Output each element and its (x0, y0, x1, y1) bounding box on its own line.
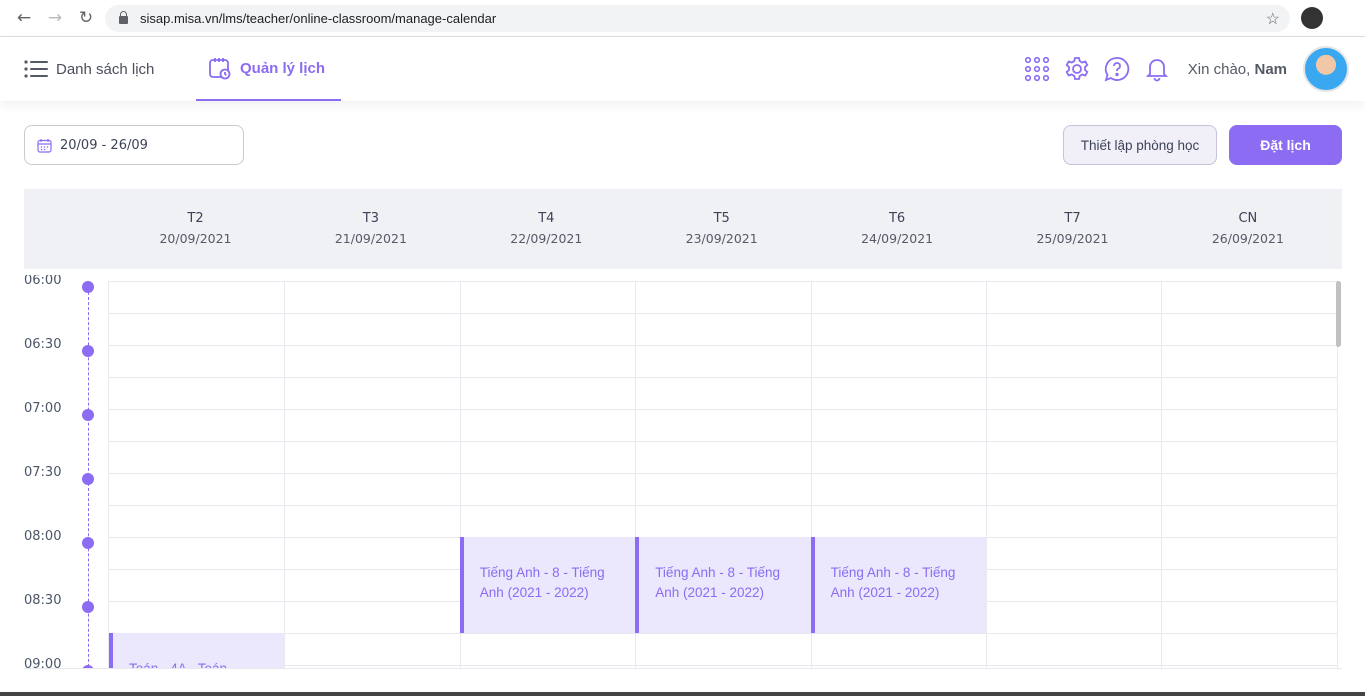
date-range-picker[interactable]: 20/09 - 26/09 (24, 125, 244, 165)
tab-schedule-list[interactable]: Danh sách lịch (24, 37, 154, 101)
time-dot-icon (82, 345, 94, 357)
avatar[interactable] (1303, 46, 1349, 92)
time-label: 07:00 (24, 401, 62, 416)
grid-row-line (109, 281, 1337, 282)
time-label: 07:30 (24, 465, 62, 480)
calendar-event[interactable]: Tiếng Anh - 8 - Tiếng Anh (2021 - 2022) (635, 537, 811, 633)
calendar-event[interactable]: Toán - 4A - Toán (109, 633, 285, 669)
grid-row-line (109, 473, 1337, 474)
day-label: T6 (888, 211, 906, 226)
day-header-t5: T5 23/09/2021 (634, 209, 809, 249)
time-label: 06:30 (24, 337, 62, 352)
day-header-cn: CN 26/09/2021 (1160, 209, 1335, 249)
time-dot-icon (82, 409, 94, 421)
bookmark-star-icon[interactable]: ☆ (1266, 9, 1280, 29)
schedule-button[interactable]: Đặt lịch (1229, 125, 1342, 165)
day-label: T2 (187, 211, 204, 226)
bell-icon[interactable] (1144, 56, 1170, 82)
gear-icon[interactable] (1064, 56, 1090, 82)
day-header-t2: T2 20/09/2021 (108, 209, 283, 249)
grid-col-line (1161, 281, 1163, 669)
date-range-value: 20/09 - 26/09 (60, 137, 148, 153)
day-label: T3 (362, 211, 379, 226)
tab-label: Danh sách lịch (56, 60, 155, 78)
day-label: T7 (1064, 211, 1081, 226)
back-icon[interactable]: ← (12, 6, 36, 30)
help-icon[interactable] (1104, 56, 1130, 82)
time-label: 06:00 (24, 275, 62, 288)
time-label: 08:30 (24, 593, 62, 608)
forward-icon[interactable]: → (43, 6, 67, 30)
taskbar (0, 692, 1365, 696)
day-date: 24/09/2021 (861, 231, 934, 246)
greeting: Xin chào, Nam (1188, 61, 1287, 78)
tab-label: Quản lý lịch (240, 59, 326, 77)
url-text: sisap.misa.vn/lms/teacher/online-classro… (140, 11, 497, 26)
day-date: 20/09/2021 (159, 231, 232, 246)
grid-row-line (109, 345, 1337, 346)
list-icon (24, 60, 48, 78)
grid-col-line (986, 281, 987, 669)
time-dot-icon (82, 601, 94, 613)
time-label: 08:00 (24, 529, 62, 544)
address-bar[interactable]: sisap.misa.vn/lms/teacher/online-classro… (105, 5, 1290, 32)
calendar-icon (37, 138, 52, 153)
tab-manage-schedule[interactable]: Quản lý lịch (196, 37, 341, 101)
time-dot-icon (82, 473, 94, 485)
grid-row-line (109, 409, 1337, 410)
day-header-t4: T4 22/09/2021 (459, 209, 634, 249)
grid-cells: Tiếng Anh - 8 - Tiếng Anh (2021 - 2022) T… (108, 281, 1338, 669)
day-date: 23/09/2021 (685, 231, 758, 246)
day-date: 21/09/2021 (334, 231, 407, 246)
scrollbar[interactable] (1336, 281, 1341, 347)
day-label: T4 (538, 211, 555, 226)
calendar-grid[interactable]: Tiếng Anh - 8 - Tiếng Anh (2021 - 2022) T… (0, 275, 1345, 669)
grid-row-line (109, 633, 1337, 634)
day-header-t6: T6 24/09/2021 (810, 209, 985, 249)
day-date: 25/09/2021 (1036, 231, 1109, 246)
grid-col-line (284, 281, 286, 669)
user-name: Nam (1254, 60, 1287, 78)
day-header-row: T2 20/09/2021 T3 21/09/2021 T4 22/09/2021 T5 23… (24, 189, 1342, 269)
grid-row-line (109, 505, 1337, 506)
grid-row-line (109, 377, 1337, 378)
time-dot-icon (82, 281, 94, 293)
grid-row-line (109, 313, 1337, 314)
greeting-text: Xin chào, (1187, 60, 1251, 78)
grid-row-line (109, 665, 1337, 666)
calendar-event[interactable]: Tiếng Anh - 8 - Tiếng Anh (2021 - 2022) (810, 537, 986, 633)
browser-profile-avatar[interactable] (1301, 7, 1323, 29)
day-date: 22/09/2021 (510, 231, 583, 246)
day-header-t7: T7 25/09/2021 (985, 209, 1160, 249)
day-label: CN (1238, 211, 1258, 226)
app-header: Danh sách lịch Quản lý lịch Xin chào, Na… (0, 37, 1365, 101)
day-header-t3: T3 21/09/2021 (283, 209, 458, 249)
day-date: 26/09/2021 (1211, 231, 1284, 246)
time-dot-icon (82, 537, 94, 549)
grid-row-line (109, 441, 1337, 442)
divider (24, 668, 1342, 669)
day-label: T5 (713, 211, 730, 226)
calendar-clock-icon (209, 58, 231, 80)
lock-icon (119, 10, 128, 24)
calendar-event[interactable]: Tiếng Anh - 8 - Tiếng Anh (2021 - 2022) (459, 537, 636, 633)
apps-grid-icon[interactable] (1024, 56, 1050, 82)
room-setup-button[interactable]: Thiết lập phòng học (1063, 125, 1217, 165)
reload-icon[interactable]: ↻ (74, 6, 98, 30)
